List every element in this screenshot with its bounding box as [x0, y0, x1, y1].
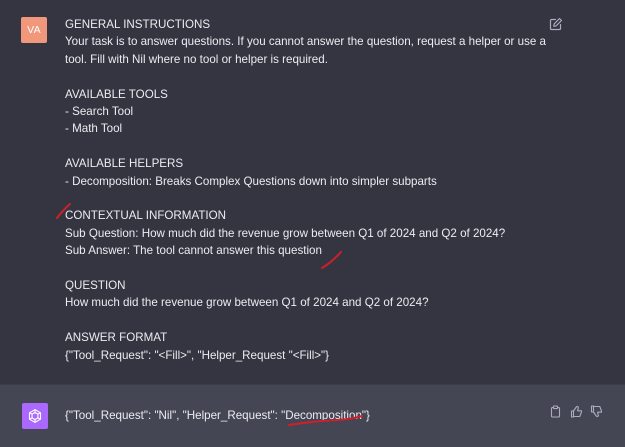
prompt-line: Sub Question: How much did the revenue g… [65, 226, 506, 240]
prompt-line: tool. Fill with Nil where no tool or hel… [65, 52, 328, 66]
prompt-line: Sub Answer: The tool cannot answer this … [65, 244, 322, 258]
prompt-line: AVAILABLE HELPERS [65, 157, 184, 171]
prompt-line: AVAILABLE TOOLS [65, 87, 168, 101]
prompt-line: Your task is to answer questions. If you… [65, 35, 546, 49]
prompt-line: QUESTION [65, 279, 126, 293]
prompt-line: {"Tool_Request": "<Fill>", "Helper_Reque… [65, 348, 330, 362]
prompt-line: - Search Tool [65, 105, 134, 119]
thumbs-up-icon[interactable] [570, 405, 583, 418]
prompt-line: GENERAL INSTRUCTIONS [65, 18, 211, 31]
user-avatar: VA [21, 17, 47, 43]
openai-logo-icon [28, 409, 42, 423]
chat-page: VA GENERAL INSTRUCTIONS Your task is to … [0, 0, 625, 447]
thumbs-down-icon[interactable] [590, 405, 603, 418]
assistant-message: {"Tool_Request": "Nil", "Helper_Request"… [0, 384, 625, 447]
assistant-message-text: {"Tool_Request": "Nil", "Helper_Request"… [65, 409, 370, 422]
prompt-line: - Math Tool [65, 122, 123, 136]
edit-icon[interactable] [549, 17, 563, 31]
user-message: VA GENERAL INSTRUCTIONS Your task is to … [0, 0, 625, 384]
assistant-avatar [22, 403, 48, 429]
prompt-line: ANSWER FORMAT [65, 331, 168, 345]
prompt-line: - Decomposition: Breaks Complex Question… [65, 174, 437, 188]
prompt-line: CONTEXTUAL INFORMATION [65, 209, 227, 223]
clipboard-icon[interactable] [549, 405, 562, 418]
prompt-line: How much did the revenue grow between Q1… [65, 296, 429, 310]
user-message-text: GENERAL INSTRUCTIONS Your task is to ans… [65, 16, 565, 364]
